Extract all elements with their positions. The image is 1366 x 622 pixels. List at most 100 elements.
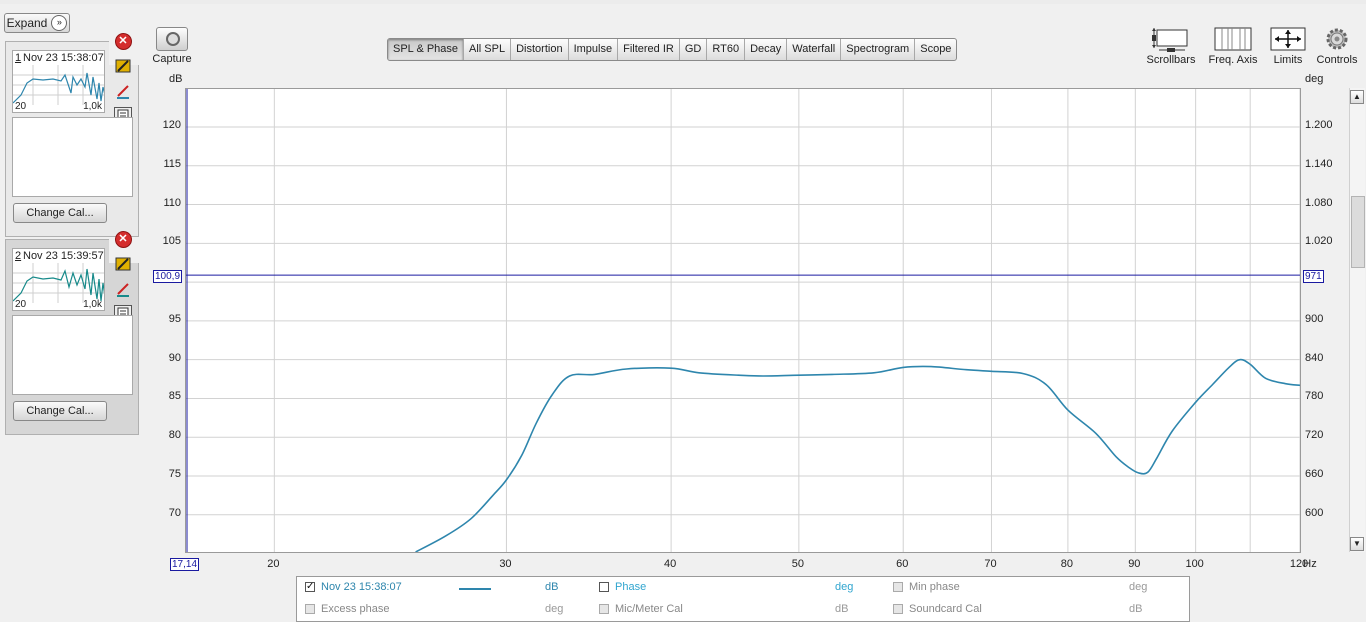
y-tick-label: 115 [163,157,181,170]
legend-item-phase[interactable]: Phase [599,581,646,593]
x-tick-label: 70 [984,558,997,570]
x-tick-label: 50 [791,558,804,570]
close-icon[interactable]: ✕ [114,230,132,248]
measurement-2-panel[interactable]: 2 Nov 23 15:39:57 20 1,0k ✕ Change Cal..… [5,230,139,435]
legend-checkbox [893,582,903,592]
thumbnail-graph [13,65,104,105]
legend-checkbox [599,604,609,614]
graph-canvas[interactable] [186,89,1300,552]
menu-bar [0,0,1366,4]
legend-item-excess-phase: Excess phase [305,603,389,615]
controls-label: Controls [1316,54,1358,66]
measurement-thumbnail[interactable]: 2 Nov 23 15:39:57 20 1,0k [12,248,105,311]
y-tick-label: 90 [168,351,181,364]
y-tick-label: 80 [168,429,181,442]
scroll-down-arrow-icon[interactable]: ▼ [1350,537,1364,551]
measurement-1-panel[interactable]: 1 Nov 23 15:38:07 20 1,0k ✕ Change Cal..… [5,32,139,237]
tab-impulse[interactable]: Impulse [569,39,619,60]
y2-tick-label: 900 [1305,312,1324,325]
vertical-scrollbar[interactable]: ▲ ▼ [1349,88,1365,552]
tab-decay[interactable]: Decay [745,39,788,60]
measurement-number: 2 [15,250,22,262]
legend-label: Soundcard Cal [909,603,982,615]
legend-unit: deg [1129,581,1148,593]
limits-button[interactable]: Limits [1268,26,1308,66]
legend-label: Mic/Meter Cal [615,603,683,615]
scrollbar-thumb[interactable] [1351,196,1365,268]
legend-line-swatch [459,588,491,590]
right-axis-unit: deg [1305,73,1324,85]
tab-scope[interactable]: Scope [915,39,956,60]
double-chevron-right-icon: » [51,15,68,31]
legend-checkbox [305,604,315,614]
y-tick-label: 120 [162,119,181,131]
x-tick-label: 20 [267,558,280,570]
info-edit-icon[interactable] [114,255,132,273]
y2-tick-label: 1.200 [1305,119,1333,131]
measurement-thumbnail[interactable]: 1 Nov 23 15:38:07 20 1,0k [12,50,105,113]
limits-label: Limits [1273,54,1303,66]
measurement-datetime: Nov 23 15:38:07 [23,52,104,64]
y2-tick-label: 1.140 [1305,157,1333,170]
legend-unit: dB [835,603,849,615]
x-tick-label: 60 [896,558,909,570]
legend-checkbox [893,604,903,614]
y2-tick-label: 720 [1305,429,1324,442]
thumbnail-graph [13,263,104,303]
capture-label: Capture [152,53,192,65]
scroll-up-arrow-icon[interactable]: ▲ [1350,90,1364,104]
y-tick-label: 85 [168,390,181,403]
cursor-right-readout: 971 [1303,270,1324,283]
change-cal-button[interactable]: Change Cal... [13,401,107,421]
color-pen-icon[interactable] [114,280,132,298]
tab-distortion[interactable]: Distortion [511,39,569,60]
legend-item-nov-23-15-38-07[interactable]: ✓ Nov 23 15:38:07 [305,581,402,593]
tab-waterfall[interactable]: Waterfall [787,39,842,60]
scrollbars-button[interactable]: Scrollbars [1145,26,1197,66]
tab-filtered-ir[interactable]: Filtered IR [618,39,680,60]
expand-button[interactable]: Expand » [4,13,70,33]
thumb-range-end: 1,0k [83,101,102,112]
measurement-datetime: Nov 23 15:39:57 [23,250,104,262]
expand-label: Expand [6,16,48,30]
freq-axis-icon [1205,26,1261,52]
x-tick-label: 90 [1128,558,1141,570]
measurement-notes[interactable] [12,315,133,395]
color-pen-icon[interactable] [114,82,132,100]
tab-gd[interactable]: GD [680,39,708,60]
freq-axis-button[interactable]: Freq. Axis [1205,26,1261,66]
legend-checkbox[interactable]: ✓ [305,582,315,592]
camera-icon [156,27,188,51]
info-edit-icon[interactable] [114,57,132,75]
cursor-x-readout: 17,14 [170,558,200,571]
spl-graph[interactable] [185,88,1301,553]
y-tick-label: 105 [162,235,181,248]
x-tick-label: 100 [1185,558,1204,570]
measurement-number: 1 [15,52,22,64]
legend-checkbox[interactable] [599,582,609,592]
legend-unit: deg [545,603,564,615]
x-tick-label: 30 [499,558,512,570]
y2-tick-label: 780 [1305,390,1324,403]
measurement-notes[interactable] [12,117,133,197]
legend-label: Min phase [909,581,960,593]
close-icon[interactable]: ✕ [114,32,132,50]
capture-button[interactable]: Capture [152,27,192,65]
y2-tick-label: 660 [1305,467,1324,480]
tab-spl-phase[interactable]: SPL & Phase [388,39,465,60]
thumb-range-start: 20 [15,299,27,310]
x-tick-label: 80 [1060,558,1074,570]
tab-all-spl[interactable]: All SPL [464,39,512,60]
legend-item-soundcard-cal: Soundcard Cal [893,603,982,615]
thumb-range-start: 20 [15,101,27,112]
controls-button[interactable]: Controls [1314,26,1360,66]
scrollbars-icon [1145,26,1197,52]
freq-axis-label: Freq. Axis [1208,54,1258,66]
tab-rt60[interactable]: RT60 [707,39,746,60]
graph-legend: ✓ Nov 23 15:38:07 dB Phase deg Min phase deg Ex… [296,576,1190,622]
y2-tick-label: 1.020 [1305,235,1333,248]
change-cal-button[interactable]: Change Cal... [13,203,107,223]
legend-unit: deg [835,581,854,593]
y2-tick-label: 1.080 [1305,196,1333,209]
tab-spectrogram[interactable]: Spectrogram [841,39,916,60]
